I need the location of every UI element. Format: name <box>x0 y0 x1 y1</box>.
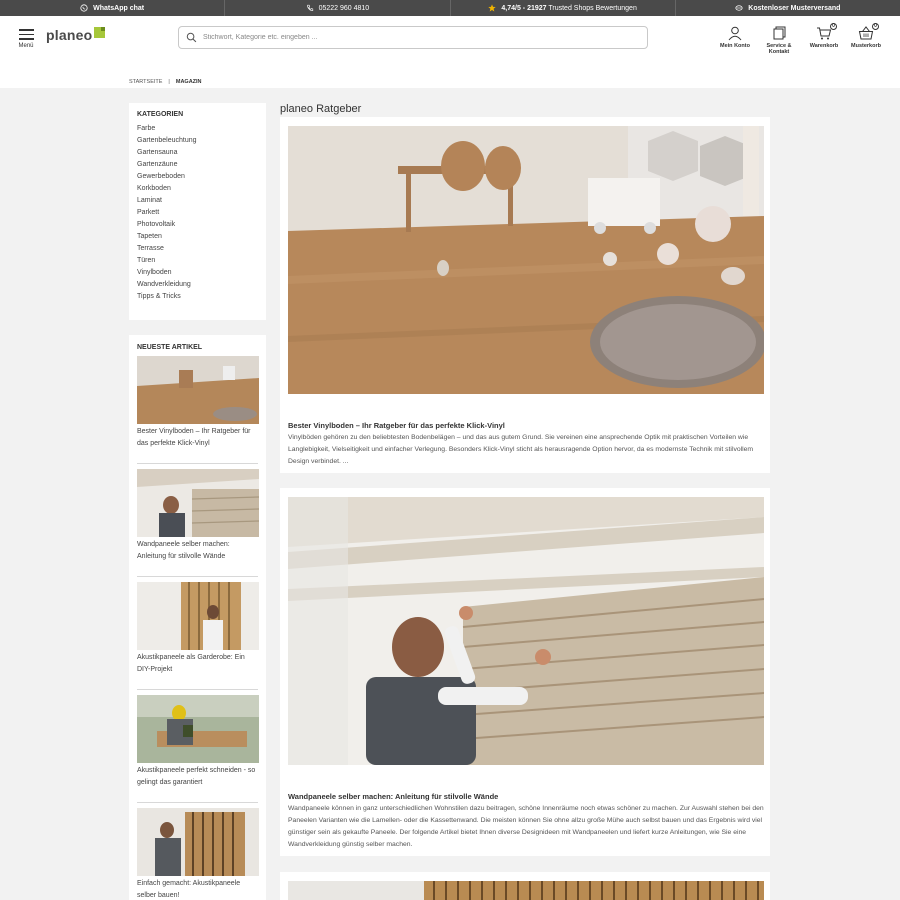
wall-panel-hero-image[interactable] <box>288 497 764 765</box>
category-item[interactable]: Türen <box>137 255 258 267</box>
category-item[interactable]: Korkboden <box>137 183 258 195</box>
rating-text: Trusted Shops Bewertungen <box>548 4 637 12</box>
diy-panel-thumbnail[interactable] <box>137 808 259 876</box>
category-item[interactable]: Farbe <box>137 123 258 135</box>
article-title[interactable]: Wandpaneele selber machen: Anleitung für… <box>288 792 770 801</box>
phone-icon <box>306 4 313 11</box>
category-item[interactable]: Tapeten <box>137 231 258 243</box>
news-item[interactable]: Wandpaneele selber machen: Anleitung für… <box>137 469 259 577</box>
shipping-label: Kostenloser Musterversand <box>748 4 841 12</box>
category-item[interactable]: Laminat <box>137 195 258 207</box>
account-label: Mein Konto <box>720 43 750 49</box>
hamburger-icon <box>17 29 35 40</box>
article-title[interactable]: Bester Vinylboden – Ihr Ratgeber für das… <box>288 421 770 430</box>
search-input[interactable] <box>203 34 623 41</box>
vinyl-floor-hero-image[interactable] <box>288 126 764 394</box>
category-item[interactable]: Parkett <box>137 207 258 219</box>
sample-basket-button[interactable]: 0 Musterkorb <box>845 23 887 49</box>
acoustic-panel-hero-image[interactable] <box>288 881 764 900</box>
article-card[interactable]: Bester Vinylboden – Ihr Ratgeber für das… <box>280 117 770 473</box>
logo-text: planeo <box>46 27 93 43</box>
cart-count-badge: 0 <box>830 23 837 30</box>
newest-articles-panel: NEUESTE ARTIKEL Bester Vinylboden – Ihr … <box>129 335 266 900</box>
news-item[interactable]: Akustikpaneele perfekt schneiden - so ge… <box>137 695 259 803</box>
user-icon <box>728 26 742 41</box>
planeo-logo[interactable]: planeo <box>46 27 106 43</box>
breadcrumb-separator: | <box>168 79 170 85</box>
news-item[interactable]: Einfach gemacht: Akustikpaneele selber b… <box>137 808 259 900</box>
free-samples-link[interactable]: Kostenloser Musterversand <box>676 0 900 16</box>
site-header: Menü planeo Mein Konto Service & Kontakt… <box>0 16 900 88</box>
article-card[interactable] <box>280 872 770 900</box>
service-contact-button[interactable]: Service & Kontakt <box>758 25 800 56</box>
acoustic-wardrobe-thumbnail[interactable] <box>137 582 259 650</box>
news-item-title[interactable]: Einfach gemacht: Akustikpaneele selber b… <box>137 878 258 900</box>
category-list: Farbe Gartenbeleuchtung Gartensauna Gart… <box>137 123 258 303</box>
phone-number: 05222 960 4810 <box>318 4 370 12</box>
article-excerpt: Wandpaneele können in ganz unterschiedli… <box>288 805 764 848</box>
newest-articles-title: NEUESTE ARTIKEL <box>137 344 203 351</box>
panel-cutting-thumbnail[interactable] <box>137 695 259 763</box>
sample-count-badge: 0 <box>872 23 879 30</box>
top-info-bar: WhatsApp chat 05222 960 4810 4,74/5 - 21… <box>0 0 900 16</box>
news-item[interactable]: Akustikpaneele als Garderobe: Ein DIY-Pr… <box>137 582 259 690</box>
category-item[interactable]: Vinylboden <box>137 267 258 279</box>
cart-label: Warenkorb <box>809 43 839 49</box>
cart-button[interactable]: 0 Warenkorb <box>803 23 845 49</box>
logo-square-icon <box>94 27 106 38</box>
service-icon <box>773 26 786 40</box>
page-title: planeo Ratgeber <box>280 103 362 115</box>
search-bar[interactable] <box>178 26 648 49</box>
trusted-shops-rating[interactable]: 4,74/5 - 21927 Trusted Shops Bewertungen <box>451 0 676 16</box>
breadcrumb-current: MAGAZIN <box>175 79 202 85</box>
sample-label: Musterkorb <box>851 43 881 49</box>
category-item[interactable]: Gewerbeboden <box>137 171 258 183</box>
search-icon[interactable] <box>186 32 197 43</box>
menu-label: Menü <box>18 42 34 49</box>
categories-title: KATEGORIEN <box>137 111 184 118</box>
category-item[interactable]: Tipps & Tricks <box>137 291 258 303</box>
breadcrumb-home[interactable]: STARTSEITE <box>129 79 162 85</box>
article-excerpt: Vinylböden gehören zu den beliebtesten B… <box>288 434 754 465</box>
news-item-title[interactable]: Wandpaneele selber machen: Anleitung für… <box>137 539 258 563</box>
category-item[interactable]: Gartensauna <box>137 147 258 159</box>
wall-panel-thumbnail[interactable] <box>137 469 259 537</box>
star-icon <box>488 4 497 12</box>
menu-button[interactable]: Menü <box>17 26 35 49</box>
category-item[interactable]: Gartenzäune <box>137 159 258 171</box>
phone-link[interactable]: 05222 960 4810 <box>225 0 451 16</box>
news-item-title[interactable]: Bester Vinylboden – Ihr Ratgeber für das… <box>137 426 258 450</box>
categories-panel: KATEGORIEN Farbe Gartenbeleuchtung Garte… <box>129 103 266 320</box>
category-item[interactable]: Wandverkleidung <box>137 279 258 291</box>
news-item[interactable]: Bester Vinylboden – Ihr Ratgeber für das… <box>137 356 259 464</box>
vinyl-floor-thumbnail[interactable] <box>137 356 259 424</box>
news-item-title[interactable]: Akustikpaneele als Garderobe: Ein DIY-Pr… <box>137 652 258 676</box>
category-item[interactable]: Terrasse <box>137 243 258 255</box>
news-item-title[interactable]: Akustikpaneele perfekt schneiden - so ge… <box>137 765 258 789</box>
sample-icon <box>735 5 743 11</box>
category-item[interactable]: Gartenbeleuchtung <box>137 135 258 147</box>
article-card[interactable]: Wandpaneele selber machen: Anleitung für… <box>280 488 770 856</box>
whatsapp-link[interactable]: WhatsApp chat <box>0 0 226 16</box>
breadcrumb: STARTSEITE | MAGAZIN <box>129 79 202 85</box>
account-button[interactable]: Mein Konto <box>714 25 756 49</box>
whatsapp-icon <box>80 4 88 12</box>
rating-score: 4,74/5 - 21927 <box>501 4 547 12</box>
category-item[interactable]: Photovoltaik <box>137 219 258 231</box>
whatsapp-label: WhatsApp chat <box>93 4 145 12</box>
service-label: Service & Kontakt <box>766 43 792 56</box>
